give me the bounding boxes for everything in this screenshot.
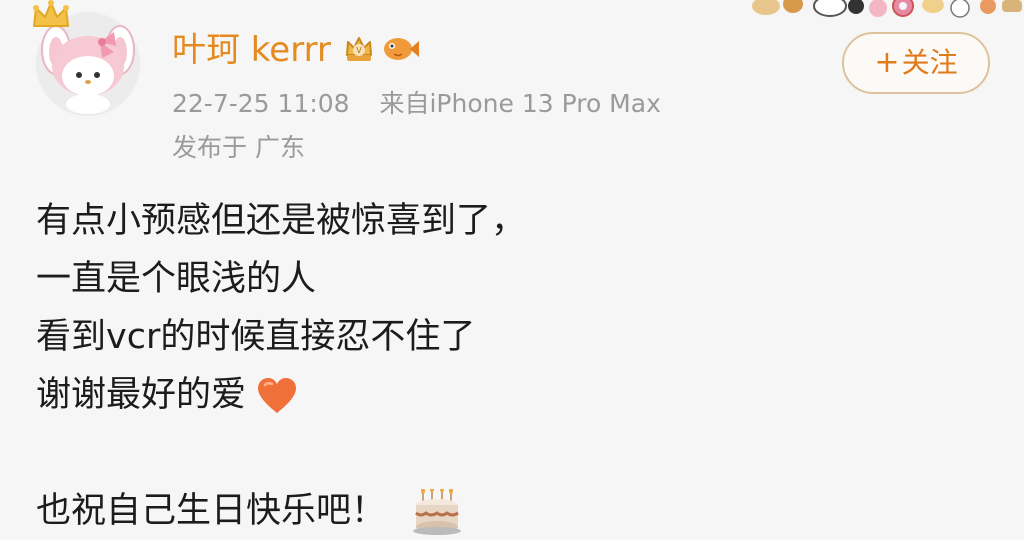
post-timestamp: 22-7-25 11:08 — [172, 89, 350, 118]
orange-heart-emoji-icon — [258, 378, 297, 413]
post-content: 有点小预感但还是被惊喜到了， 一直是个眼浅的人 看到vcr的时候直接忍不住了 谢… — [36, 192, 996, 540]
post-line: 看到vcr的时候直接忍不住了 — [36, 317, 476, 357]
post-line-with-heart: 谢谢最好的爱 — [36, 366, 996, 424]
post-line: 谢谢最好的爱 — [36, 375, 247, 415]
crown-icon — [33, 0, 69, 27]
svg-text:V: V — [356, 46, 362, 55]
post-line: 有点小预感但还是被惊喜到了， — [36, 201, 527, 241]
post-line-with-cake: 也祝自己生日快乐吧！ — [36, 482, 996, 540]
weibo-post: 叶珂 kerrr V 22-7-25 11:08 来自iPhone 13 Pro… — [0, 0, 1024, 536]
follow-button-label: 关注 — [901, 46, 958, 79]
fish-badge-icon[interactable] — [380, 32, 420, 66]
post-line: 一直是个眼浅的人 — [36, 259, 317, 299]
crown-badge-icon[interactable]: V — [342, 32, 376, 66]
post-source[interactable]: 来自iPhone 13 Pro Max — [379, 89, 660, 118]
user-badges: V — [342, 32, 420, 66]
post-meta: 22-7-25 11:08 来自iPhone 13 Pro Max — [172, 88, 661, 120]
birthday-cake-emoji-icon — [413, 489, 462, 535]
follow-button[interactable]: +关注 — [842, 32, 990, 94]
username[interactable]: 叶珂 kerrr — [172, 30, 331, 70]
post-line: 也祝自己生日快乐吧！ — [36, 491, 387, 531]
plus-icon: + — [874, 45, 900, 80]
food-sticker-strip-icon — [752, 0, 1022, 18]
post-location: 发布于 广东 — [172, 133, 305, 162]
